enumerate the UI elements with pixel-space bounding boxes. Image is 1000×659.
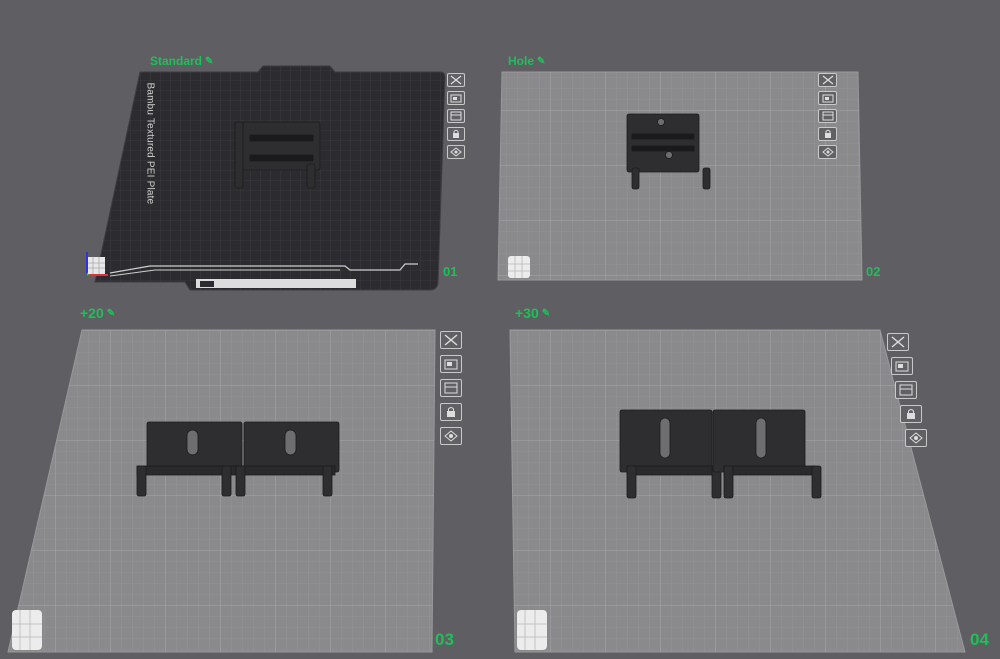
- lock-icon[interactable]: [447, 127, 465, 141]
- plate-01-number: 01: [443, 264, 458, 279]
- lock-icon[interactable]: [818, 127, 837, 141]
- plate-02-number: 02: [866, 264, 881, 279]
- plate-01-name-text: Standard: [150, 54, 203, 68]
- arrange-icon[interactable]: [440, 355, 462, 373]
- orient-icon[interactable]: [440, 379, 462, 397]
- plate-03-name[interactable]: +20 ✎: [80, 305, 115, 321]
- orient-icon[interactable]: [818, 109, 837, 123]
- arrange-icon[interactable]: [447, 91, 465, 105]
- settings-icon[interactable]: [905, 429, 927, 447]
- plate-04-name-text: +30: [515, 305, 539, 321]
- orient-icon[interactable]: [447, 109, 465, 123]
- plate-01-toolbar: [447, 73, 465, 159]
- lock-icon[interactable]: [900, 405, 922, 423]
- plate-03-number: 03: [435, 630, 454, 649]
- settings-icon[interactable]: [818, 145, 837, 159]
- edit-icon[interactable]: ✎: [542, 308, 550, 319]
- plate-04-toolbar: [887, 333, 927, 447]
- orient-icon[interactable]: [895, 381, 917, 399]
- plate-03-toolbar: [440, 331, 462, 445]
- edit-icon[interactable]: ✎: [107, 308, 115, 319]
- plate-02-name-text: Hole: [508, 54, 535, 68]
- plate-03-name-text: +20: [80, 305, 104, 321]
- settings-icon[interactable]: [447, 145, 465, 159]
- plate-02-toolbar: [818, 73, 837, 159]
- plate-04-number: 04: [970, 630, 989, 649]
- close-icon[interactable]: [447, 73, 465, 87]
- settings-icon[interactable]: [440, 427, 462, 445]
- arrange-icon[interactable]: [818, 91, 837, 105]
- bed-type-label: Bambu Textured PEI Plate: [144, 82, 156, 205]
- close-icon[interactable]: [440, 331, 462, 349]
- lock-icon[interactable]: [440, 403, 462, 421]
- arrange-icon[interactable]: [891, 357, 913, 375]
- close-icon[interactable]: [887, 333, 909, 351]
- edit-icon[interactable]: ✎: [537, 56, 545, 67]
- close-icon[interactable]: [818, 73, 837, 87]
- plate-04-name[interactable]: +30 ✎: [515, 305, 550, 321]
- edit-icon[interactable]: ✎: [205, 56, 213, 67]
- plate-01-name[interactable]: Standard ✎: [150, 54, 213, 68]
- plate-02-name[interactable]: Hole ✎: [508, 54, 545, 68]
